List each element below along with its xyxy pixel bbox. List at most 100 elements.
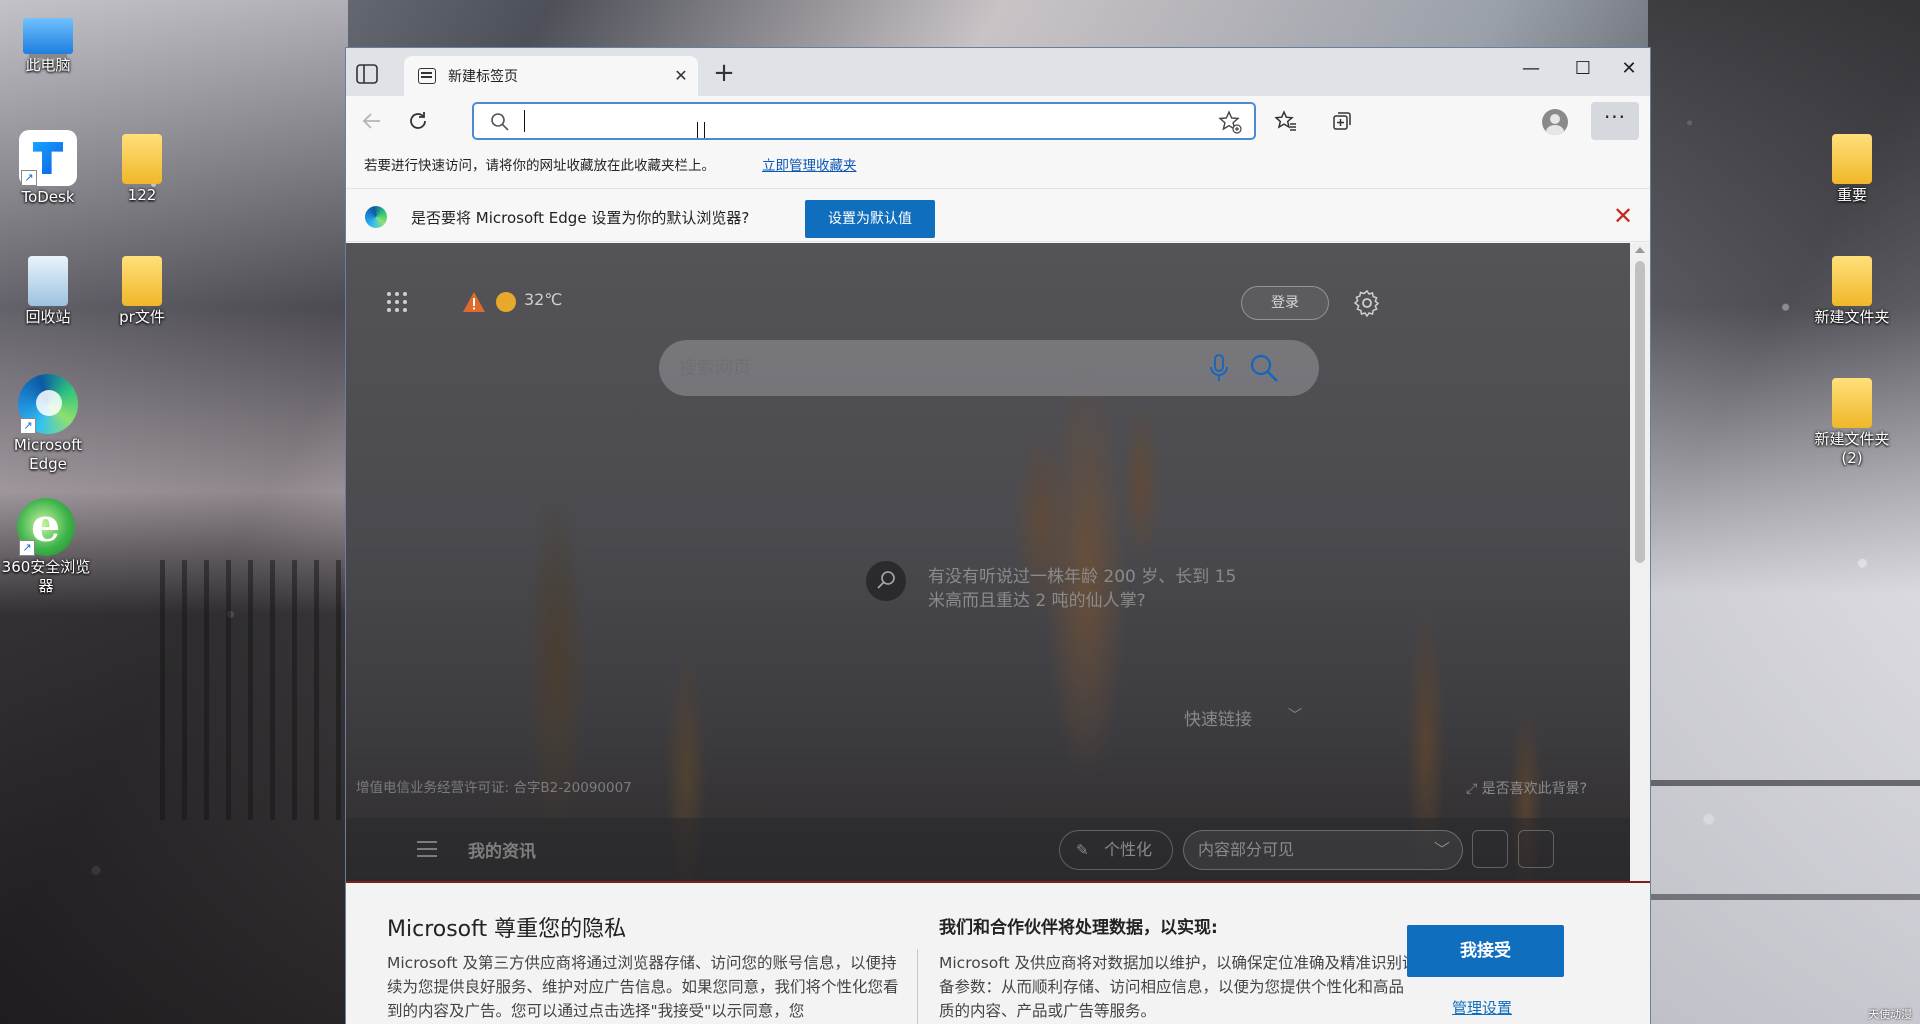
desktop-icon-todesk[interactable]: ↗ ToDesk (2, 130, 94, 207)
search-submit-icon[interactable] (1249, 353, 1279, 383)
desktop-icon-label: 回收站 (25, 308, 71, 326)
privacy-consent-banner: Microsoft 尊重您的隐私 Microsoft 及第三方供应商将通过浏览器… (346, 881, 1650, 1024)
app-launcher-icon[interactable] (386, 291, 408, 313)
tab-actions-button[interactable] (356, 64, 380, 86)
computer-icon (23, 18, 73, 54)
desktop-icon-label: 新建文件夹 (1814, 308, 1890, 326)
desktop-icon-new-folder-2[interactable]: 新建文件夹 (2) (1806, 378, 1898, 468)
desktop-icon-122[interactable]: 122 (96, 134, 188, 205)
my-feed-label[interactable]: 我的资讯 (468, 837, 536, 862)
desktop-icon-label: 360安全浏览器 (1, 558, 91, 595)
default-browser-infobar: 是否要将 Microsoft Edge 设置为你的默认浏览器? 设置为默认值 ✕ (346, 188, 1650, 242)
gear-icon[interactable] (1353, 289, 1381, 317)
content-visibility-dropdown[interactable]: 内容部分可见 ﹀ (1183, 830, 1463, 870)
maximize-button[interactable]: ☐ (1558, 52, 1608, 86)
personalize-button[interactable]: ✎ 个性化 (1059, 830, 1173, 870)
minimize-button[interactable]: — (1506, 52, 1556, 86)
new-tab-page: 32℃ 登录 有没有听说过一株年龄 200 岁、长到 15 米高而且重达 2 吨… (346, 243, 1630, 881)
wallpaper-watermark: 天使动漫 (1868, 1008, 1912, 1021)
wallpaper-railing (160, 560, 350, 820)
trivia-search-icon[interactable] (866, 561, 906, 601)
shortcut-arrow-icon: ↗ (20, 418, 36, 434)
privacy-body: Microsoft 及第三方供应商将通过浏览器存储、访问您的账号信息，以便持续为… (387, 954, 899, 1020)
login-button[interactable]: 登录 (1241, 286, 1329, 320)
news-feed-bar: 我的资讯 ✎ 个性化 内容部分可见 ﹀ (346, 818, 1630, 881)
desktop-icon-label: pr文件 (119, 308, 165, 326)
tab-close-button[interactable]: ✕ (670, 65, 692, 87)
search-icon (491, 113, 509, 131)
folder-icon (1832, 378, 1872, 428)
data-processing-body: Microsoft 及供应商将对数据加以维护，以确保定位准确及精准识别设备参数：… (939, 954, 1418, 1020)
address-input[interactable] (524, 110, 1184, 132)
desktop-icon-edge[interactable]: ↗ Microsoft Edge (2, 374, 94, 474)
desktop-icon-360-browser[interactable]: ↗ 360安全浏览器 (0, 498, 92, 596)
web-search-input[interactable] (679, 356, 1179, 380)
content-visibility-value: 内容部分可见 (1198, 840, 1295, 859)
desktop-icon-recycle-bin[interactable]: 回收站 (2, 256, 94, 327)
quick-links-toggle[interactable]: 快速链接 (1184, 705, 1252, 730)
collections-button[interactable] (1325, 105, 1359, 137)
chevron-down-icon[interactable]: ﹀ (1288, 705, 1302, 725)
pencil-icon: ✎ (1076, 841, 1089, 859)
tab-new-tab[interactable]: 新建标签页 ✕ (404, 56, 698, 96)
close-window-button[interactable]: ✕ (1604, 52, 1650, 86)
manage-settings-link[interactable]: 管理设置 (1452, 997, 1512, 1018)
background-trivia-text[interactable]: 有没有听说过一株年龄 200 岁、长到 15 米高而且重达 2 吨的仙人掌? (928, 565, 1258, 613)
like-background-link[interactable]: ⤢ 是否喜欢此背景? (1466, 778, 1587, 798)
desktop-icon-important[interactable]: 重要 (1806, 134, 1898, 205)
list-layout-button[interactable] (1518, 830, 1554, 868)
add-favorite-icon[interactable] (1218, 110, 1242, 134)
microphone-icon[interactable] (1206, 353, 1232, 383)
desktop-icon-label: 此电脑 (25, 56, 71, 74)
scroll-up-arrow-icon[interactable] (1635, 247, 1645, 253)
back-button[interactable] (355, 105, 389, 137)
desktop-icon-this-pc[interactable]: 此电脑 (2, 8, 94, 75)
desktop-icon-pr-files[interactable]: pr文件 (96, 256, 188, 327)
page-scrollbar[interactable] (1630, 243, 1650, 881)
folder-icon (1832, 256, 1872, 306)
address-bar[interactable] (472, 102, 1256, 140)
folder-icon (1832, 134, 1872, 184)
folder-icon (122, 134, 162, 184)
favorites-bar: 若要进行快速访问，请将你的网址收藏放在此收藏夹栏上。 立即管理收藏夹 (346, 146, 1650, 180)
refresh-button[interactable] (401, 105, 435, 137)
personalize-label: 个性化 (1104, 840, 1153, 859)
hamburger-menu-icon[interactable] (416, 840, 438, 858)
privacy-divider (917, 949, 918, 1024)
text-cursor-icon (697, 122, 705, 138)
like-background-label: 是否喜欢此背景? (1481, 781, 1588, 797)
sunny-icon (496, 292, 516, 312)
collections-icon (1333, 112, 1351, 130)
edge-icon: ↗ (18, 374, 78, 434)
desktop-icon-label: 122 (127, 186, 157, 204)
icp-license-text: 增值电信业务经营许可证: 合字B2-20090007 (356, 780, 632, 796)
new-tab-page-icon (418, 68, 436, 84)
weather-warning-icon[interactable] (462, 291, 486, 313)
new-tab-button[interactable]: + (710, 60, 738, 88)
recycle-bin-icon (28, 256, 68, 306)
grid-layout-button[interactable] (1472, 830, 1508, 868)
expand-icon: ⤢ (1466, 781, 1482, 797)
infobar-message: 是否要将 Microsoft Edge 设置为你的默认浏览器? (411, 209, 750, 227)
favorites-icon (1274, 110, 1296, 131)
desktop-icon-new-folder[interactable]: 新建文件夹 (1806, 256, 1898, 327)
magnifier-icon (877, 571, 895, 589)
todesk-icon: ↗ (19, 130, 77, 186)
favorites-button[interactable] (1269, 105, 1303, 137)
temperature[interactable]: 32℃ (524, 290, 562, 309)
scrollbar-thumb[interactable] (1635, 261, 1645, 563)
desktop-icon-label: ToDesk (21, 188, 75, 206)
title-bar: 新建标签页 ✕ + — ☐ ✕ (346, 48, 1650, 96)
chevron-down-icon: ﹀ (1433, 840, 1450, 859)
manage-favorites-link[interactable]: 立即管理收藏夹 (762, 154, 857, 174)
infobar-close-button[interactable]: ✕ (1610, 203, 1636, 229)
web-search-box[interactable] (659, 340, 1319, 396)
favorites-bar-hint: 若要进行快速访问，请将你的网址收藏放在此收藏夹栏上。 (364, 158, 715, 174)
profile-avatar[interactable] (1542, 109, 1568, 135)
settings-and-more-button[interactable]: ··· (1591, 102, 1639, 140)
accept-button[interactable]: 我接受 (1407, 925, 1564, 977)
edge-logo-icon (365, 206, 387, 228)
privacy-title: Microsoft 尊重您的隐私 (387, 917, 627, 942)
set-as-default-button[interactable]: 设置为默认值 (805, 200, 935, 238)
folder-icon (122, 256, 162, 306)
